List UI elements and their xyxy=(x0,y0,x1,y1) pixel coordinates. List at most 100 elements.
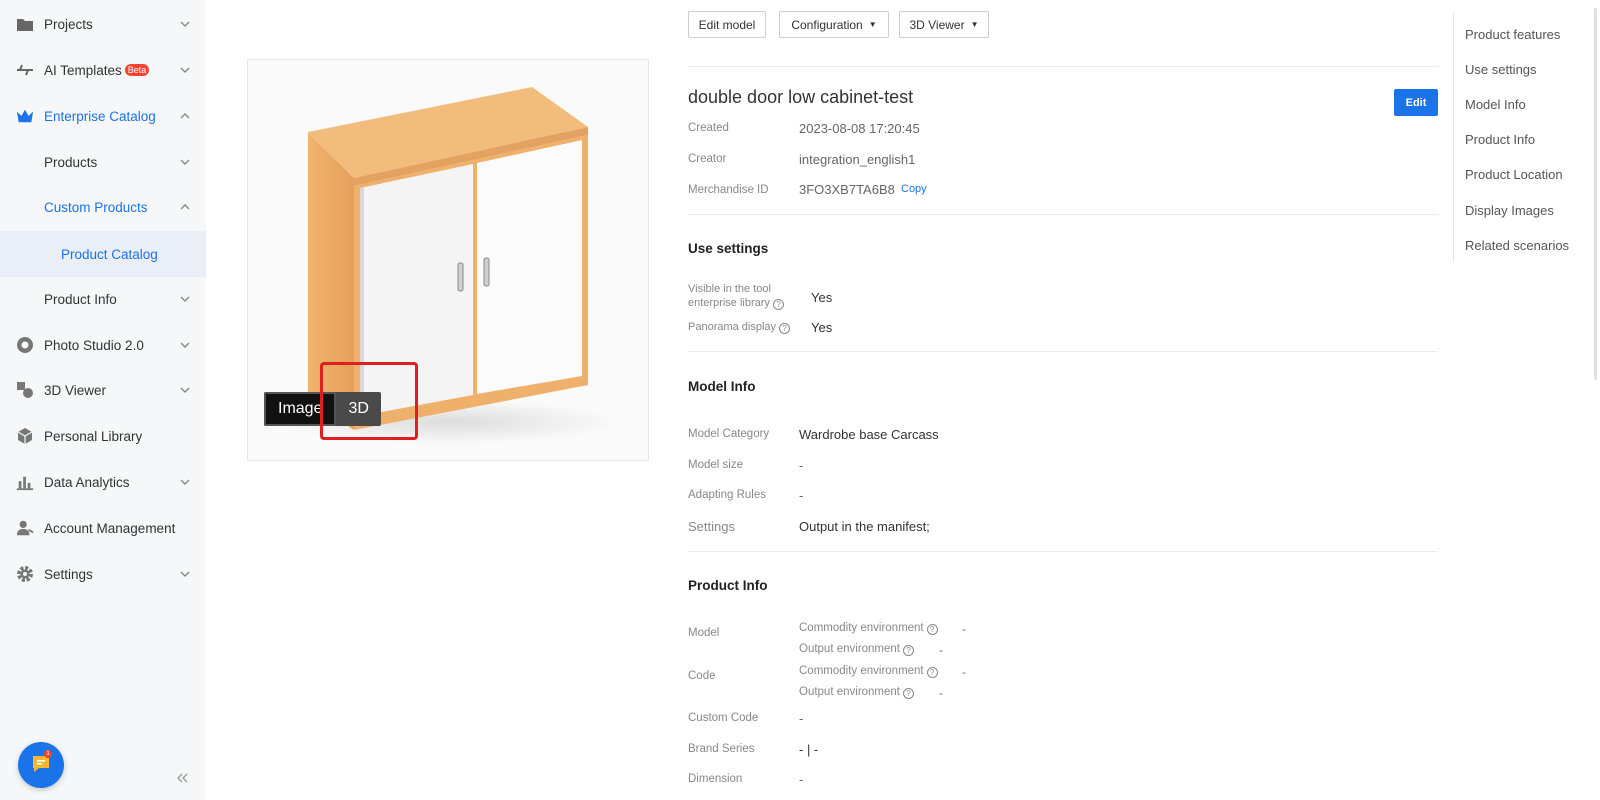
help-icon[interactable]: ? xyxy=(926,667,938,678)
output-environment-value: - xyxy=(939,686,943,700)
model-label: Model xyxy=(688,627,720,639)
crown-icon xyxy=(16,107,34,125)
code-label: Code xyxy=(688,670,716,682)
copy-link[interactable]: Copy xyxy=(901,183,927,195)
sidebar-item-account-management[interactable]: Account Management xyxy=(0,506,206,550)
sidebar-item-ai-templates[interactable]: AI Templates Beta xyxy=(0,48,206,92)
anchor-model-info[interactable]: Model Info xyxy=(1465,97,1526,112)
product-title: double door low cabinet-test xyxy=(688,87,914,107)
model-category-label: Model Category xyxy=(688,428,770,440)
3d-viewer-label: 3D Viewer xyxy=(909,17,965,32)
caret-down-icon: ▼ xyxy=(970,20,979,29)
chevron-down-icon xyxy=(180,477,190,487)
configuration-dropdown[interactable]: Configuration ▼ xyxy=(779,11,889,38)
chevron-down-icon xyxy=(180,157,190,167)
chevron-down-icon xyxy=(180,294,190,304)
output-environment-label: Output environment? xyxy=(799,686,915,699)
anchor-display-images[interactable]: Display Images xyxy=(1465,203,1554,218)
sidebar-item-enterprise-catalog[interactable]: Enterprise Catalog xyxy=(0,94,206,138)
model-category-value: Wardrobe base Carcass xyxy=(799,427,939,442)
help-icon[interactable]: ? xyxy=(903,645,915,656)
divider xyxy=(688,214,1438,215)
help-icon[interactable]: ? xyxy=(903,688,915,699)
notification-badge: 1 xyxy=(44,750,52,758)
help-icon[interactable]: ? xyxy=(779,323,791,334)
adapting-rules-label: Adapting Rules xyxy=(688,489,766,501)
merchandise-id-label: Merchandise ID xyxy=(688,184,769,196)
sidebar-item-product-info[interactable]: Product Info xyxy=(0,277,206,321)
panorama-display-value: Yes xyxy=(811,320,833,335)
anchor-related-scenarios[interactable]: Related scenarios xyxy=(1465,238,1569,253)
dimension-value: - xyxy=(799,772,804,787)
divider xyxy=(688,351,1438,352)
highlight-box xyxy=(320,362,418,440)
visible-in-tool-value: Yes xyxy=(811,290,833,305)
photo-studio-icon xyxy=(16,336,34,354)
sidebar-item-product-catalog[interactable]: Product Catalog xyxy=(0,231,206,277)
sidebar: Projects AI Templates Beta Enterprise Cat… xyxy=(0,0,206,800)
sidebar-item-custom-products[interactable]: Custom Products xyxy=(0,185,206,229)
cube-icon xyxy=(16,427,34,445)
chevron-up-icon xyxy=(180,202,190,212)
created-value: 2023-08-08 17:20:45 xyxy=(799,121,920,136)
settings-label: Settings xyxy=(688,519,735,534)
sidebar-item-label: AI Templates Beta xyxy=(44,63,150,78)
model-size-label: Model size xyxy=(688,459,743,471)
chevron-down-icon xyxy=(180,569,190,579)
anchor-product-location[interactable]: Product Location xyxy=(1465,167,1563,182)
sidebar-item-label: Personal Library xyxy=(44,428,143,444)
collapse-sidebar-button[interactable] xyxy=(174,770,190,786)
dimension-label: Dimension xyxy=(688,773,743,785)
sidebar-item-products[interactable]: Products xyxy=(0,140,206,184)
sidebar-item-label: 3D Viewer xyxy=(44,382,107,398)
commodity-environment-value: - xyxy=(962,665,966,679)
chevron-down-icon xyxy=(180,19,190,29)
folder-icon xyxy=(16,15,34,33)
bar-chart-icon xyxy=(16,473,34,491)
chevron-down-icon xyxy=(180,340,190,350)
product-preview: Image 3D xyxy=(247,59,649,461)
anchor-product-info[interactable]: Product Info xyxy=(1465,132,1535,147)
sidebar-item-label: Projects xyxy=(44,16,93,32)
use-settings-heading: Use settings xyxy=(688,241,769,256)
panorama-display-label: Panorama display? xyxy=(688,321,791,334)
edit-button[interactable]: Edit xyxy=(1394,89,1438,116)
sidebar-item-projects[interactable]: Projects xyxy=(0,2,206,46)
custom-code-label: Custom Code xyxy=(688,712,759,724)
sidebar-item-label: Account Management xyxy=(44,520,176,536)
edit-model-button[interactable]: Edit model xyxy=(688,11,766,38)
configuration-label: Configuration xyxy=(791,17,863,32)
creator-label: Creator xyxy=(688,153,727,165)
help-icon[interactable]: ? xyxy=(926,624,938,635)
model-size-value: - xyxy=(799,458,804,473)
help-icon[interactable]: ? xyxy=(772,299,784,310)
created-label: Created xyxy=(688,122,729,134)
anchor-product-features[interactable]: Product features xyxy=(1465,27,1560,42)
chevron-down-icon xyxy=(180,385,190,395)
anchor-use-settings[interactable]: Use settings xyxy=(1465,62,1537,77)
chat-button[interactable]: 1 xyxy=(18,742,64,788)
scrollbar[interactable] xyxy=(1594,8,1597,380)
anchor-nav-line xyxy=(1453,12,1454,262)
custom-code-value: - xyxy=(799,711,804,726)
sidebar-item-data-analytics[interactable]: Data Analytics xyxy=(0,460,206,504)
double-chevron-left-icon xyxy=(176,771,188,786)
output-environment-value: - xyxy=(939,643,943,657)
merchandise-id-value: 3FO3XB7TA6B8 xyxy=(799,182,895,197)
product-info-heading: Product Info xyxy=(688,578,768,593)
divider xyxy=(688,551,1438,552)
sidebar-item-personal-library[interactable]: Personal Library xyxy=(0,414,206,458)
edit-model-label: Edit model xyxy=(698,17,756,32)
sidebar-item-3d-viewer[interactable]: 3D Viewer xyxy=(0,368,206,412)
3d-viewer-dropdown[interactable]: 3D Viewer ▼ xyxy=(899,11,989,38)
sidebar-item-label: Photo Studio 2.0 xyxy=(44,337,144,353)
sidebar-item-label: Settings xyxy=(44,566,93,582)
brand-series-label: Brand Series xyxy=(688,743,755,755)
sidebar-item-label: Custom Products xyxy=(44,199,148,215)
sidebar-item-photo-studio[interactable]: Photo Studio 2.0 xyxy=(0,323,206,367)
sidebar-item-settings[interactable]: Settings xyxy=(0,552,206,596)
caret-down-icon: ▼ xyxy=(868,20,877,29)
chevron-up-icon xyxy=(180,111,190,121)
gear-icon xyxy=(16,565,34,583)
beta-badge: Beta xyxy=(124,63,150,76)
